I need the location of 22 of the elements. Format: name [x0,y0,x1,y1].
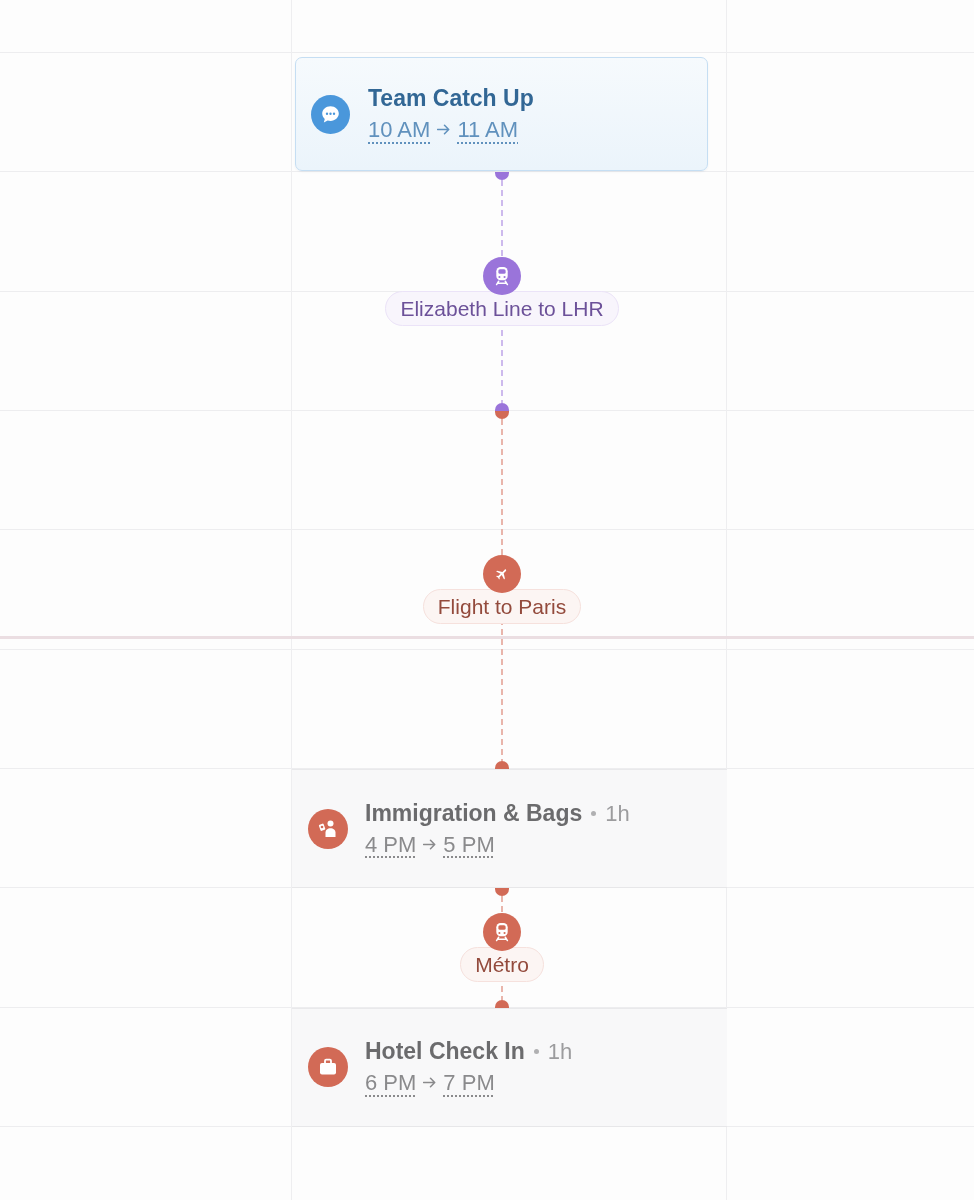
start-time: 4 PM [365,830,417,859]
start-time: 6 PM [365,1069,417,1098]
event-card[interactable]: Team Catch Up 10 AM 11 AM [295,57,708,172]
route-label[interactable]: Elizabeth Line to LHR [385,291,619,327]
end-time: 7 PM [443,1069,495,1098]
end-time: 11 AM [457,116,519,145]
arrow-right-icon [423,838,437,850]
event-title: Hotel Check In [365,1037,525,1067]
arrow-right-icon [437,124,451,136]
start-time: 10 AM [368,116,431,145]
event-title: Team Catch Up [368,84,534,114]
event-title: Immigration & Bags [365,798,583,828]
route-label[interactable]: Flight to Paris [422,589,582,625]
event-card[interactable]: Immigration & Bags 1h 4 PM 5 PM [292,768,727,889]
event-duration: 1h [547,1038,573,1067]
separator-dot-icon [533,1049,539,1055]
event-duration: 1h [605,799,630,828]
event-card[interactable]: Hotel Check In 1h 6 PM 7 PM [292,1007,727,1127]
route-label[interactable]: Métro [460,947,544,983]
arrow-right-icon [423,1077,437,1089]
separator-dot-icon [591,810,597,816]
end-time: 5 PM [443,830,495,859]
